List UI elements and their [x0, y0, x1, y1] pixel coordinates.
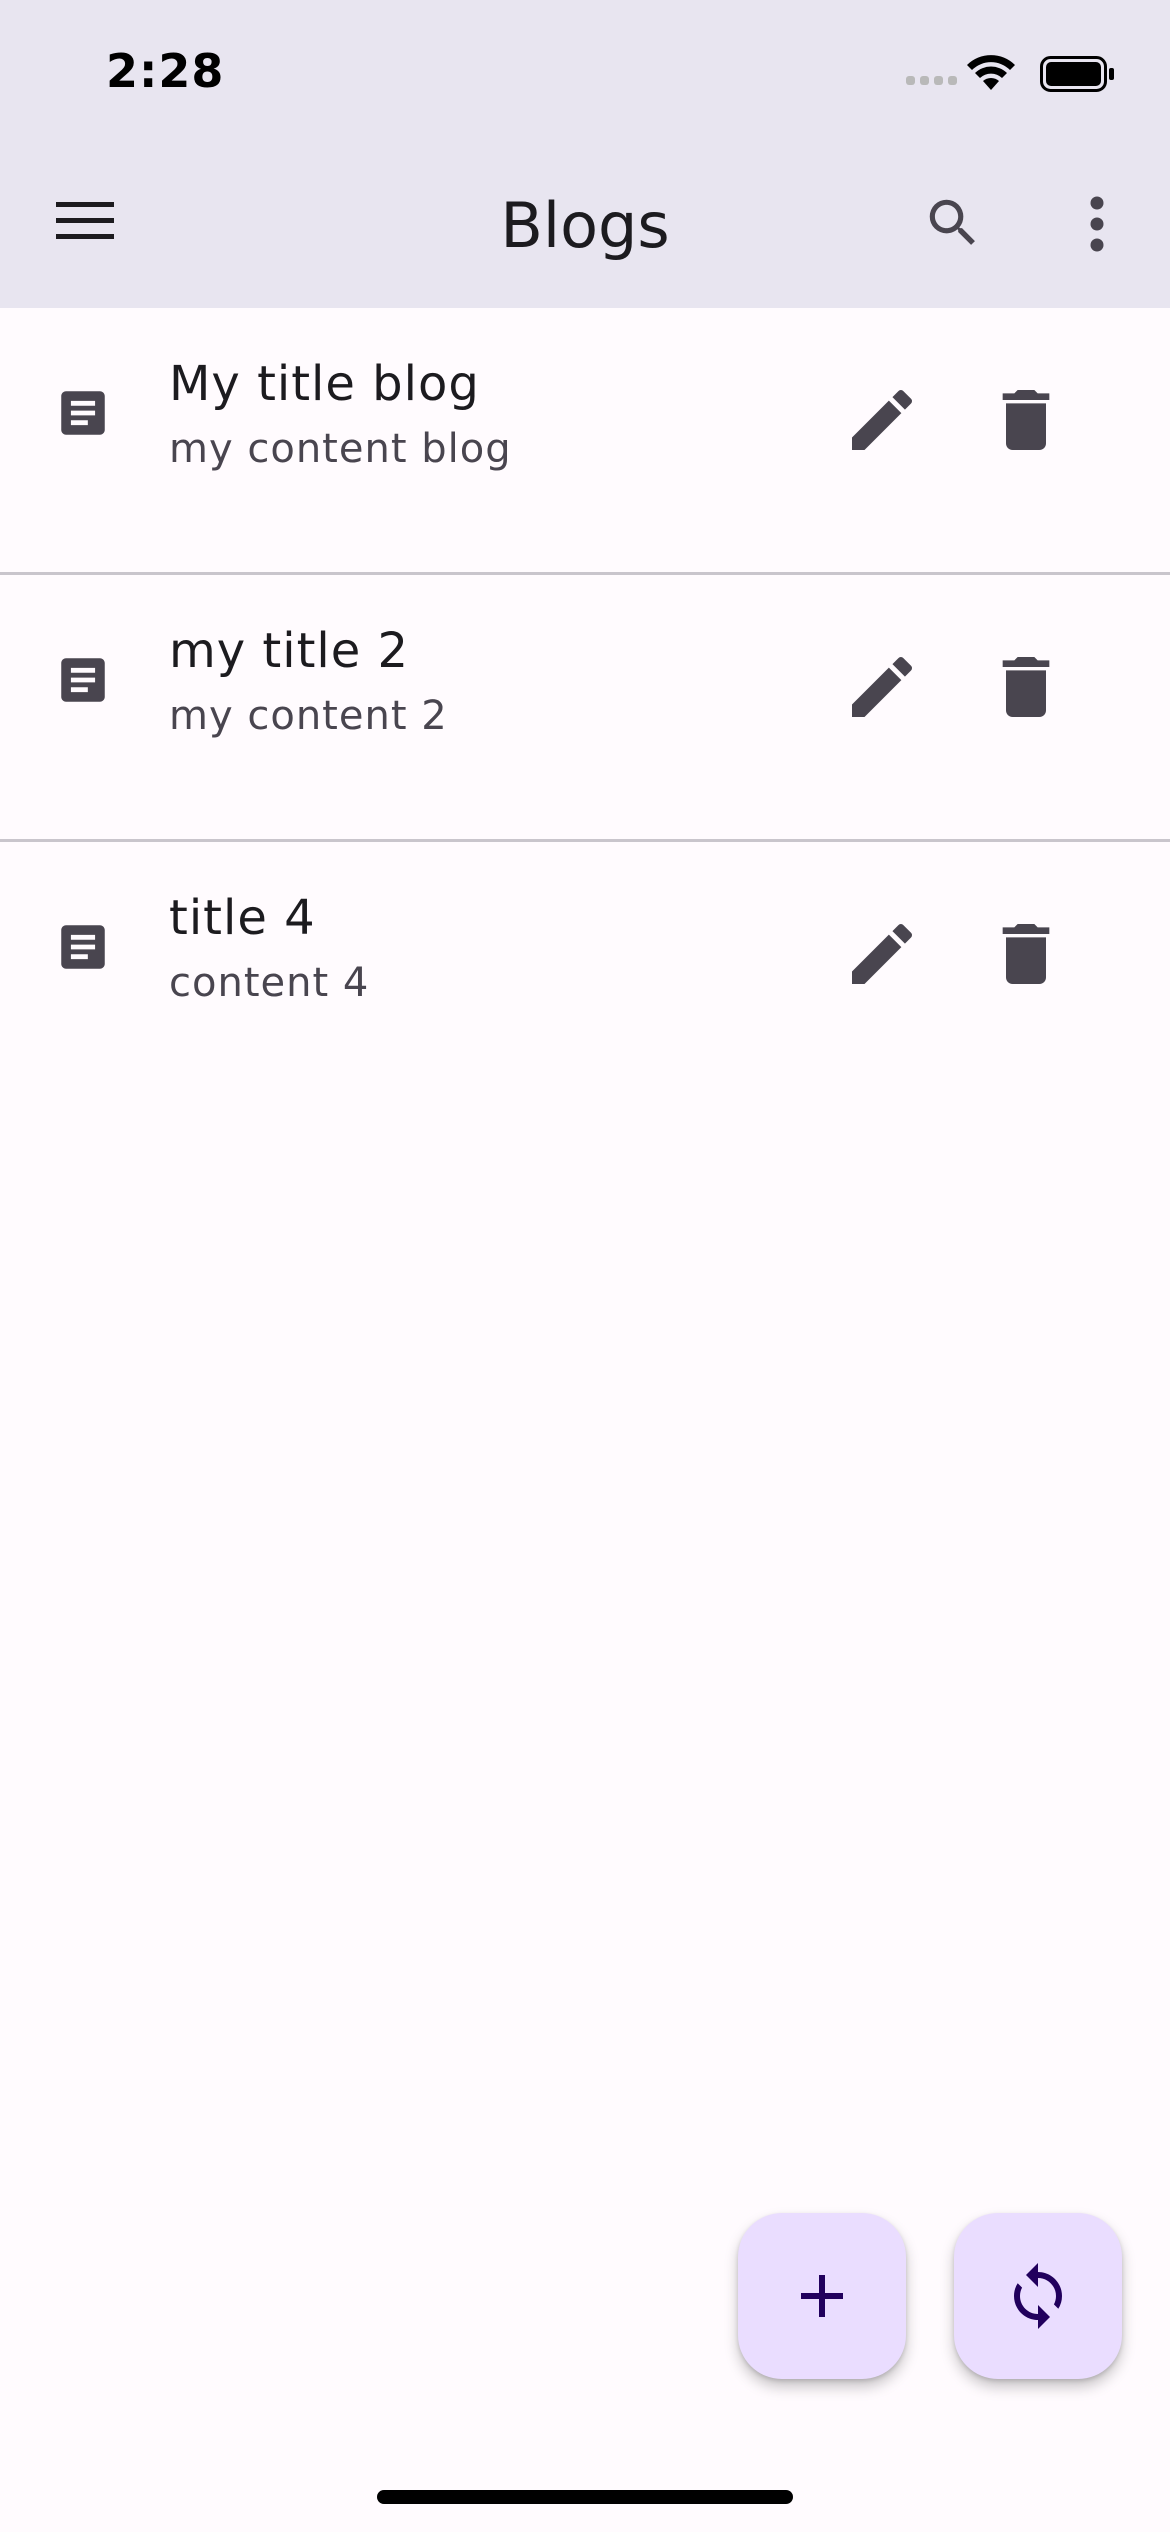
more-vert-icon[interactable] — [1082, 196, 1112, 252]
home-indicator[interactable] — [377, 2490, 793, 2504]
edit-button[interactable] — [842, 647, 922, 727]
add-icon — [801, 2275, 843, 2317]
article-icon — [61, 925, 105, 969]
blog-title: title 4 — [169, 890, 316, 946]
blog-content: my content blog — [169, 426, 512, 472]
search-icon[interactable] — [922, 192, 984, 254]
blog-content: my content 2 — [169, 693, 448, 739]
edit-button[interactable] — [842, 380, 922, 460]
battery-icon — [1040, 56, 1114, 92]
blog-list: My title blog my content blog my title 2… — [0, 308, 1170, 1106]
blog-list-item[interactable]: my title 2 my content 2 — [0, 575, 1170, 839]
add-blog-button[interactable] — [738, 2213, 906, 2379]
page-title: Blogs — [500, 189, 670, 262]
delete-button[interactable] — [986, 380, 1066, 460]
article-icon — [61, 391, 105, 435]
blog-list-item[interactable]: title 4 content 4 — [0, 842, 1170, 1106]
status-time: 2:28 — [106, 44, 225, 98]
delete-button[interactable] — [986, 914, 1066, 994]
article-icon — [61, 658, 105, 702]
blog-content: content 4 — [169, 960, 370, 1006]
sync-button[interactable] — [954, 2213, 1122, 2379]
blog-title: my title 2 — [169, 623, 410, 679]
cellular-signal-icon — [906, 76, 957, 85]
blog-list-item[interactable]: My title blog my content blog — [0, 308, 1170, 572]
delete-button[interactable] — [986, 647, 1066, 727]
wifi-icon — [967, 55, 1015, 90]
sync-icon — [1014, 2263, 1062, 2329]
blog-title: My title blog — [169, 356, 480, 412]
edit-button[interactable] — [842, 914, 922, 994]
top-app-bar: 2:28 Blogs — [0, 0, 1170, 308]
